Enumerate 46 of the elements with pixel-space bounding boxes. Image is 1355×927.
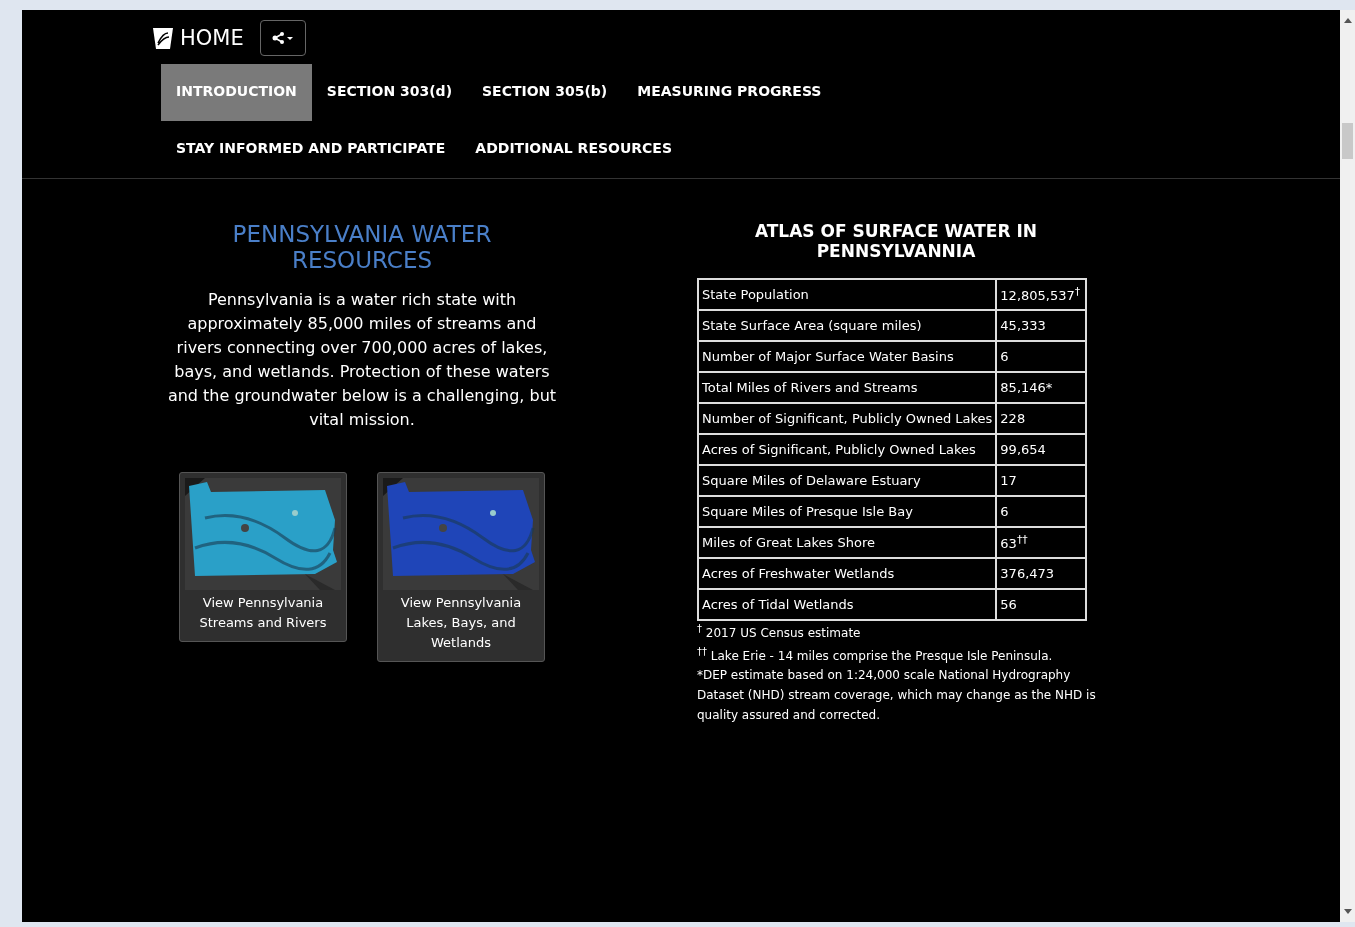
table-cell: State Population [698, 278, 997, 310]
table-cell: 17 [996, 464, 1087, 496]
table-cell: 45,333 [996, 309, 1087, 341]
table-cell: Total Miles of Rivers and Streams [698, 371, 997, 403]
footnote: $^{††}$ Lake Erie - 14 miles comprise the Presque Isle Peninsula. [697, 644, 1054, 665]
table-cell: State Surface Area (square miles) [698, 309, 997, 341]
footnote: *DEP estimate based on 1:24,000 scale National Hydrography Dataset (NHD) stream coverage, which may change as the NHD is quality assured and corrected. [697, 667, 1097, 724]
scroll-down-icon [1343, 909, 1352, 914]
section-title: PENNSYLVANIA WATER RESOURCES [231, 221, 493, 274]
nav-tab[interactable]: INTRODUCTION [161, 64, 312, 121]
nav-tab[interactable]: ADDITIONAL RESOURCES [460, 121, 687, 178]
card-caption: View Pennsylvania Lakes, Bays, and Wetlands [399, 593, 523, 653]
table-cell: Miles of Great Lakes Shore [698, 526, 997, 558]
intro-paragraph: Pennsylvania is a water rich state with approximately 85,000 miles of streams and rivers connecting over 700,000 acres of lakes, bays, and wetlands. Protection of these waters and the groundwater below is a challenging, but vital mission. [167, 288, 557, 431]
table-cell: 85,146* [996, 371, 1087, 403]
table-cell: 376,473 [996, 557, 1087, 589]
scroll-up-icon [1343, 18, 1352, 23]
table-cell: Acres of Tidal Wetlands [698, 588, 997, 620]
footnote: $^{†}$ 2017 US Census estimate [697, 621, 862, 642]
table-cell: 6 [996, 495, 1087, 527]
table-cell: Square Miles of Delaware Estuary [698, 464, 997, 496]
home-link[interactable]: HOME [150, 25, 244, 51]
nav-tab[interactable]: SECTION 305(b) [467, 64, 623, 121]
nav-tab[interactable]: MEASURING PROGRESS [622, 64, 837, 121]
map-card[interactable]: View Pennsylvania Lakes, Bays, and Wetlands [377, 471, 545, 663]
table-cell: 56 [996, 588, 1087, 620]
scroll-thumb[interactable] [1342, 123, 1353, 159]
keystone-icon [150, 25, 176, 51]
card-caption: View Pennsylvania Streams and Rivers [198, 593, 328, 632]
share-icon [271, 32, 294, 44]
table-cell: 99,654 [996, 433, 1087, 465]
table-cell: Number of Significant, Publicly Owned Lakes [698, 402, 997, 434]
nav-tab[interactable]: STAY INFORMED AND PARTICIPATE [161, 121, 461, 178]
nav-tab[interactable]: SECTION 303(d) [311, 64, 468, 121]
table-cell: 228 [996, 402, 1087, 434]
table-cell: Square Miles of Presque Isle Bay [698, 495, 997, 527]
table-cell: 63$^{††}$ [996, 526, 1087, 558]
map-card[interactable]: View Pennsylvania Streams and Rivers [179, 471, 347, 643]
table-cell: Acres of Freshwater Wetlands [698, 557, 997, 589]
table-cell: 12,805,537$^{†}$ [996, 278, 1087, 310]
table-cell: 6 [996, 340, 1087, 372]
table-cell: Number of Major Surface Water Basins [698, 340, 997, 372]
share-button[interactable] [259, 20, 306, 56]
table-cell: Acres of Significant, Publicly Owned Lakes [698, 433, 997, 465]
scrollbar[interactable] [1340, 10, 1355, 922]
table-title: ATLAS OF SURFACE WATER IN PENNSYLVANNIA [753, 221, 1039, 262]
